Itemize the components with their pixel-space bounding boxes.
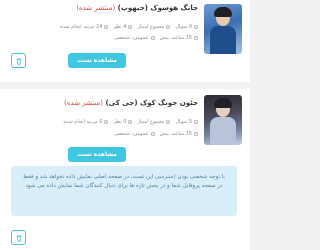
lock-icon [150, 131, 155, 136]
time-ago: 15 ساعت پیش [160, 131, 198, 137]
time-ago: 15 ساعت پیش [160, 35, 198, 41]
comment-count: 4 نظر [113, 24, 133, 30]
test-title-text: جئون جونگ کوک (جی کی) [105, 99, 198, 107]
status-label: (منتشر شده) [76, 4, 116, 12]
play-icon [104, 119, 109, 124]
visibility-notice: با توجه شخصی بودن (سترسی این تست، در صفح… [11, 166, 237, 216]
test-title[interactable]: جانگ هوسوک (جیهوپ) (منتشر شده) [76, 4, 198, 12]
question-count: 0 سوال [175, 24, 198, 30]
comment-icon [128, 119, 133, 124]
trash-icon [16, 57, 21, 65]
play-icon [104, 24, 109, 29]
trash-icon [16, 234, 21, 242]
meta-row: 5 سوال مجموع امتیاز 0 نظر 0 مرتبه انجام … [63, 119, 198, 125]
score-icon [166, 119, 171, 124]
delete-button[interactable] [11, 53, 26, 68]
test-list: جانگ هوسوک (جیهوپ) (منتشر شده) 0 سوال مج… [0, 0, 250, 250]
meta-row: 15 ساعت پیش عمومی: شخصی [114, 131, 198, 137]
clock-icon [194, 131, 198, 136]
test-card: جانگ هوسوک (جیهوپ) (منتشر شده) 0 سوال مج… [0, 0, 250, 82]
play-count: 0 مرتبه انجام شده [63, 119, 109, 125]
play-count: 24 مرتبه انجام شده [60, 24, 109, 30]
total-score: مجموع امتیاز [137, 119, 171, 125]
total-score: مجموع امتیاز [137, 24, 171, 30]
test-title[interactable]: جئون جونگ کوک (جی کی) (منتشر شده) [64, 99, 198, 107]
comment-count: 0 نظر [113, 119, 133, 125]
clock-icon [194, 35, 198, 40]
score-icon [166, 24, 171, 29]
lock-icon [150, 35, 155, 40]
view-test-button[interactable]: مشاهده تست [68, 53, 126, 68]
question-icon [194, 119, 198, 124]
question-count: 5 سوال [175, 119, 198, 125]
visibility: عمومی: شخصی [114, 131, 155, 137]
delete-button[interactable] [11, 230, 26, 245]
comment-icon [128, 24, 133, 29]
visibility: عمومی: شخصی [114, 35, 155, 41]
test-thumbnail[interactable] [204, 95, 242, 145]
test-card: جئون جونگ کوک (جی کی) (منتشر شده) 5 سوال… [0, 89, 250, 250]
meta-row: 15 ساعت پیش عمومی: شخصی [114, 35, 198, 41]
test-thumbnail[interactable] [204, 4, 242, 54]
view-test-button[interactable]: مشاهده تست [68, 147, 126, 162]
test-title-text: جانگ هوسوک (جیهوپ) [117, 4, 198, 12]
meta-row: 0 سوال مجموع امتیاز 4 نظر 24 مرتبه انجام… [60, 24, 198, 30]
question-icon [194, 24, 198, 29]
status-label: (منتشر شده) [64, 99, 103, 107]
